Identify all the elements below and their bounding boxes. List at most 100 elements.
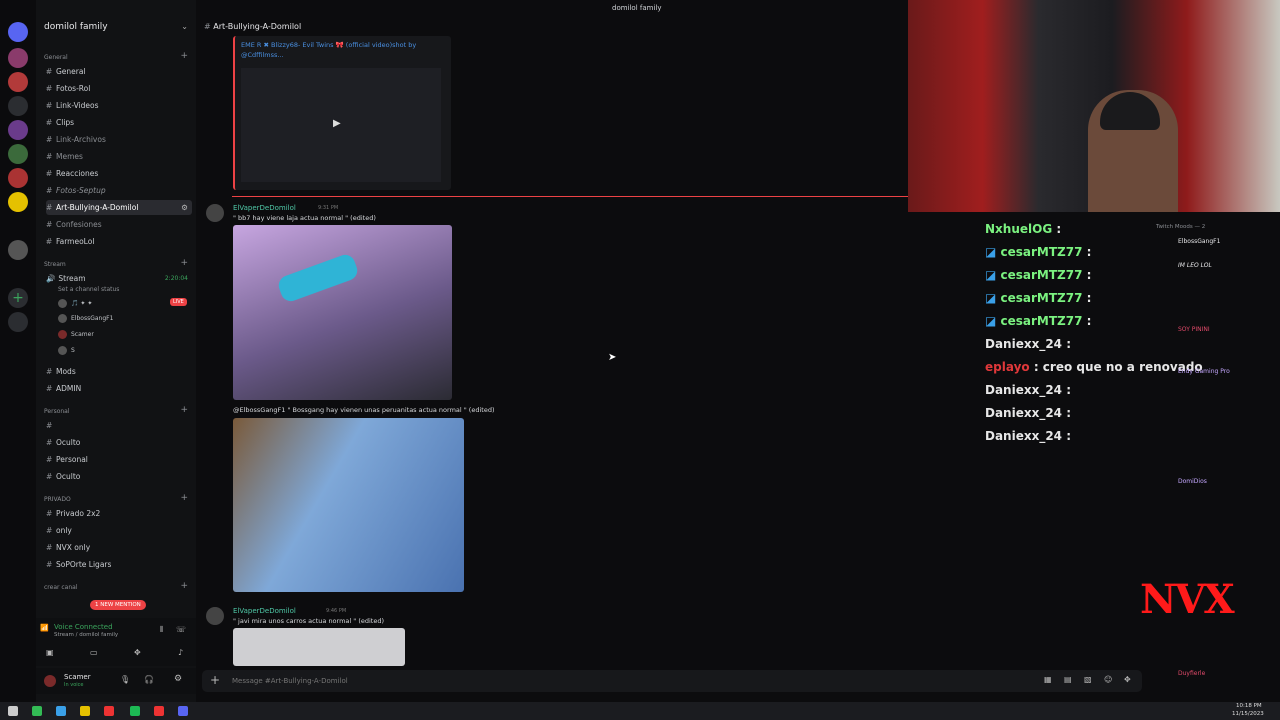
channel-link-archivos[interactable]: # Link-Archivos bbox=[46, 132, 192, 147]
gif-icon[interactable]: ▤ bbox=[1064, 675, 1072, 684]
add-channel-icon[interactable]: + bbox=[180, 405, 188, 415]
channel-unnamed[interactable]: # bbox=[46, 418, 192, 433]
activities-icon[interactable]: ✥ bbox=[134, 648, 141, 657]
disconnect-icon[interactable]: ☏ bbox=[176, 625, 186, 634]
channel-oculto[interactable]: # Oculto bbox=[46, 435, 192, 450]
member-name: SOY PININI bbox=[1178, 326, 1210, 333]
channel-nvx-only[interactable]: # NVX only bbox=[46, 540, 192, 555]
microphone-icon[interactable]: 🎙 bbox=[120, 675, 130, 684]
channel-confesiones[interactable]: # Confesiones bbox=[46, 217, 192, 232]
username[interactable]: Scamer bbox=[64, 673, 91, 681]
hash-icon: # bbox=[46, 152, 53, 161]
message-author[interactable]: ElVaperDeDomilol bbox=[233, 607, 296, 615]
sticker-icon[interactable]: ▧ bbox=[1084, 675, 1092, 684]
category-personal[interactable]: Personal bbox=[44, 408, 70, 415]
channel-status[interactable]: Set a channel status bbox=[58, 286, 119, 293]
attach-plus-icon[interactable]: + bbox=[210, 673, 220, 687]
server-icon[interactable] bbox=[8, 72, 28, 92]
voice-user[interactable]: 🎵 ✦ ✦ bbox=[58, 299, 92, 308]
voice-user[interactable]: Scamer bbox=[58, 330, 94, 339]
server-icon[interactable] bbox=[8, 240, 28, 260]
channel-fotos-septup[interactable]: # Fotos-Septup bbox=[46, 183, 192, 198]
channel-admin[interactable]: # ADMIN bbox=[46, 381, 192, 396]
channel-art-bullying[interactable]: # Art-Bullying-A-Domilol ⚙ bbox=[46, 200, 192, 215]
server-icon[interactable] bbox=[8, 48, 28, 68]
voice-channel-stream[interactable]: 🔊 Stream 2:20:04 bbox=[46, 271, 192, 286]
message-image[interactable] bbox=[233, 418, 464, 592]
channel-general[interactable]: › # General bbox=[46, 64, 192, 79]
embed-subtitle[interactable]: @Cdffilmss... bbox=[241, 51, 284, 59]
gift-icon[interactable]: ▦ bbox=[1044, 675, 1052, 684]
message-text: @ElbossGangF1 " Bossgang hay vienen unas… bbox=[233, 406, 495, 414]
discord-icon[interactable] bbox=[178, 706, 188, 716]
avatar[interactable] bbox=[44, 675, 56, 687]
add-channel-icon[interactable]: + bbox=[180, 493, 188, 503]
member-group-title: Twitch Moods — 2 bbox=[1156, 224, 1206, 230]
voice-detail[interactable]: Stream / domilol family bbox=[54, 632, 118, 638]
discord-home-icon[interactable] bbox=[8, 22, 28, 42]
start-icon[interactable] bbox=[8, 706, 18, 716]
channel-memes[interactable]: # Memes bbox=[46, 149, 192, 164]
channel-mods[interactable]: # Mods bbox=[46, 364, 192, 379]
headphones-icon[interactable]: 🎧 bbox=[144, 675, 154, 684]
gear-icon[interactable]: ⚙ bbox=[181, 200, 188, 215]
server-icon[interactable] bbox=[8, 120, 28, 140]
spotify-icon[interactable] bbox=[130, 706, 140, 716]
channel-link-videos[interactable]: › # Link-Videos bbox=[46, 98, 192, 113]
channel-oculto[interactable]: # Oculto bbox=[46, 469, 192, 484]
member-name: Duyfierle bbox=[1178, 670, 1206, 677]
video-thumbnail[interactable]: ▶ bbox=[241, 68, 441, 182]
server-icon[interactable] bbox=[8, 144, 28, 164]
hash-icon: # bbox=[46, 543, 53, 552]
message-image[interactable] bbox=[233, 225, 452, 400]
channel-reacciones[interactable]: › # Reacciones bbox=[46, 166, 192, 181]
message-author[interactable]: ElVaperDeDomilol bbox=[233, 204, 296, 212]
add-channel-icon[interactable]: + bbox=[180, 258, 188, 268]
server-name[interactable]: domilol family bbox=[44, 22, 108, 32]
channel-soporte[interactable]: # SoPOrte Ligars bbox=[46, 557, 192, 572]
soundboard-icon[interactable]: ♪ bbox=[178, 648, 183, 657]
play-icon[interactable]: ▶ bbox=[333, 118, 341, 129]
server-icon[interactable] bbox=[8, 96, 28, 116]
voice-user[interactable]: S bbox=[58, 346, 75, 355]
avatar[interactable] bbox=[206, 204, 224, 222]
apps-icon[interactable]: ✥ bbox=[1124, 675, 1131, 684]
voice-user[interactable]: ElbossGangF1 bbox=[58, 314, 113, 323]
app-icon[interactable] bbox=[32, 706, 42, 716]
channel-farmeolol[interactable]: › # FarmeoLol bbox=[46, 234, 192, 249]
noise-suppression-icon[interactable]: ⫴ bbox=[160, 625, 163, 635]
channel-only[interactable]: # only bbox=[46, 523, 192, 538]
clock-date[interactable]: 11/15/2023 bbox=[1232, 711, 1264, 717]
app-icon[interactable] bbox=[104, 706, 114, 716]
explore-icon[interactable] bbox=[8, 312, 28, 332]
add-server-icon[interactable]: + bbox=[8, 288, 28, 308]
channel-fotos-rol[interactable]: › # Fotos-Rol bbox=[46, 81, 192, 96]
category-privado[interactable]: PRIVADO bbox=[44, 496, 71, 503]
channel-privado[interactable]: # Privado 2x2 bbox=[46, 506, 192, 521]
server-icon[interactable] bbox=[8, 168, 28, 188]
camera-icon[interactable]: ▣ bbox=[46, 648, 54, 657]
embed-title[interactable]: EME R ✖ Blizzy68- Evil Twins 🎀 (official… bbox=[241, 41, 447, 49]
category-general[interactable]: General bbox=[44, 54, 68, 61]
add-channel-icon[interactable]: + bbox=[180, 581, 188, 591]
app-icon[interactable] bbox=[154, 706, 164, 716]
add-channel-icon[interactable]: + bbox=[180, 51, 188, 61]
message-input[interactable] bbox=[230, 673, 834, 689]
settings-icon[interactable]: ⚙ bbox=[174, 674, 182, 684]
channel-personal[interactable]: # Personal bbox=[46, 452, 192, 467]
screen-share-icon[interactable]: ▭ bbox=[90, 648, 98, 657]
category-stream[interactable]: Stream bbox=[44, 261, 66, 268]
edge-icon[interactable] bbox=[56, 706, 66, 716]
user-status: In voice bbox=[64, 682, 84, 688]
message-image[interactable] bbox=[233, 628, 405, 666]
channel-clips[interactable]: › # Clips bbox=[46, 115, 192, 130]
chevron-down-icon[interactable]: ⌄ bbox=[181, 22, 188, 31]
emoji-icon[interactable]: ☺ bbox=[1104, 675, 1112, 684]
new-mention-badge[interactable]: 1 NEW MENTION bbox=[90, 600, 146, 610]
clock-time[interactable]: 10:18 PM bbox=[1236, 703, 1262, 709]
server-icon[interactable] bbox=[8, 192, 28, 212]
badge-icon: ◪ bbox=[985, 245, 1001, 259]
avatar[interactable] bbox=[206, 607, 224, 625]
folder-icon[interactable] bbox=[80, 706, 90, 716]
category-crear-canal[interactable]: crear canal bbox=[44, 584, 78, 591]
